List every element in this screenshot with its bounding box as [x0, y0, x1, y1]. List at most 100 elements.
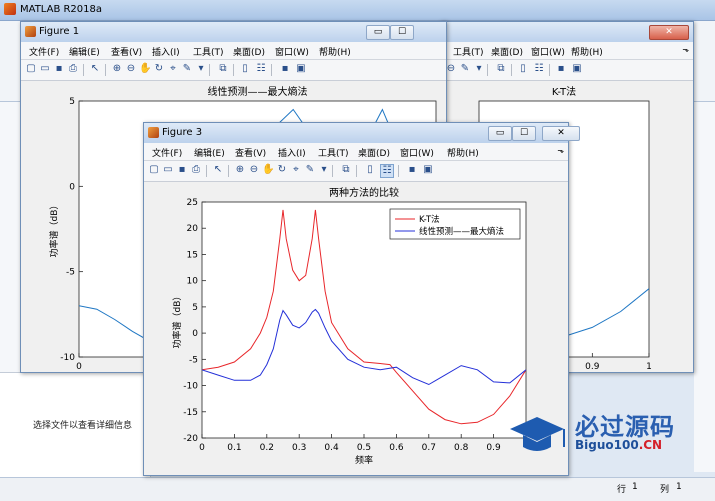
link-plot-icon[interactable]: ⧉ [217, 63, 229, 75]
brush-icon[interactable]: ✎ [181, 63, 193, 75]
close-button[interactable]: ✕ [649, 25, 689, 40]
x-tick-label: 0 [76, 362, 82, 372]
legend-icon[interactable]: ☷ [380, 164, 394, 178]
y-tick-label: 15 [187, 250, 198, 260]
link-plot-icon[interactable]: ⧉ [495, 63, 507, 75]
y-axis-label: 功率谱（dB） [171, 292, 183, 349]
x-tick-label: 0.7 [422, 443, 436, 453]
minimize-button[interactable]: ▭ [488, 126, 512, 141]
print-icon[interactable]: ⎙ [190, 164, 202, 176]
hide-tools-icon[interactable]: ▪ [406, 164, 418, 176]
minimize-button[interactable]: ▭ [366, 25, 390, 40]
y-tick-label: 25 [187, 198, 198, 208]
menu-file[interactable]: 文件(F) [29, 45, 59, 58]
figure-3-menubar: 文件(F) 编辑(E) 查看(V) 插入(I) 工具(T) 桌面(D) 窗口(W… [144, 143, 568, 161]
dock-arrow-icon[interactable]: ⬎ [557, 146, 564, 155]
hide-tools-icon[interactable]: ▪ [555, 63, 567, 75]
menu-help[interactable]: 帮助(H) [319, 45, 351, 58]
figure-2-titlebar[interactable]: ✕ [441, 22, 693, 43]
menu-view[interactable]: 查看(V) [111, 45, 142, 58]
dropdown-icon[interactable]: ▾ [318, 164, 330, 176]
hide-tools-icon[interactable]: ▪ [279, 63, 291, 75]
menu-insert[interactable]: 插入(I) [278, 146, 306, 159]
print-icon[interactable]: ⎙ [67, 63, 79, 75]
menu-desktop[interactable]: 桌面(D) [491, 45, 523, 58]
close-button[interactable]: ✕ [542, 126, 580, 141]
menu-tools[interactable]: 工具(T) [193, 45, 224, 58]
x-tick-label: 0 [199, 443, 205, 453]
figure-3-titlebar[interactable]: Figure 3 ▭ ☐ ✕ [144, 123, 580, 144]
save-icon[interactable]: ▪ [176, 164, 188, 176]
maximize-button[interactable]: ☐ [512, 126, 536, 141]
legend-label-1: K-T法 [419, 214, 440, 225]
brush-icon[interactable]: ✎ [459, 63, 471, 75]
x-tick-label: 0.8 [454, 443, 469, 453]
pan-icon[interactable]: ✋ [139, 63, 151, 75]
chart-title: K-T法 [552, 85, 576, 98]
x-axis-label: 频率 [355, 454, 373, 466]
menu-tools[interactable]: 工具(T) [453, 45, 484, 58]
show-tools-icon[interactable]: ▣ [571, 63, 583, 75]
menu-window[interactable]: 窗口(W) [400, 146, 434, 159]
dropdown-icon[interactable]: ▾ [473, 63, 485, 75]
save-icon[interactable]: ▪ [53, 63, 65, 75]
menu-insert[interactable]: 插入(I) [152, 45, 180, 58]
show-tools-icon[interactable]: ▣ [295, 63, 307, 75]
menu-edit[interactable]: 编辑(E) [194, 146, 225, 159]
brush-icon[interactable]: ✎ [304, 164, 316, 176]
x-tick-label: 0.9 [486, 443, 501, 453]
x-tick-label: 0.4 [324, 443, 339, 453]
y-tick-label: 20 [187, 224, 199, 234]
menu-help[interactable]: 帮助(H) [447, 146, 479, 159]
menu-file[interactable]: 文件(F) [152, 146, 182, 159]
watermark-url: Biguo100.CN [575, 438, 663, 452]
maximize-button[interactable]: ☐ [390, 25, 414, 40]
pan-icon[interactable]: ✋ [262, 164, 274, 176]
menu-help[interactable]: 帮助(H) [571, 45, 603, 58]
figure-3-title: Figure 3 [162, 127, 203, 138]
legend-icon[interactable]: ☷ [255, 63, 267, 75]
x-tick-label: 0.2 [260, 443, 274, 453]
open-file-icon[interactable]: ▭ [39, 63, 51, 75]
menu-view[interactable]: 查看(V) [235, 146, 266, 159]
status-row-label: 行 [617, 485, 627, 495]
dropdown-icon[interactable]: ▾ [195, 63, 207, 75]
rotate-icon[interactable]: ↻ [276, 164, 288, 176]
colorbar-icon[interactable]: ▯ [364, 164, 376, 176]
data-cursor-icon[interactable]: ⌖ [167, 63, 179, 75]
watermark-text: 必过源码 [575, 413, 675, 441]
legend-icon[interactable]: ☷ [533, 63, 545, 75]
pointer-icon[interactable]: ↖ [89, 63, 101, 75]
figure-1-titlebar[interactable]: Figure 1 ▭ ☐ [21, 22, 446, 43]
dock-arrow-icon[interactable]: ⬎ [682, 45, 689, 54]
menu-tools[interactable]: 工具(T) [318, 146, 349, 159]
link-plot-icon[interactable]: ⧉ [340, 164, 352, 176]
menu-desktop[interactable]: 桌面(D) [233, 45, 265, 58]
x-tick-label: 1 [646, 362, 652, 372]
colorbar-icon[interactable]: ▯ [517, 63, 529, 75]
show-tools-icon[interactable]: ▣ [422, 164, 434, 176]
zoom-in-icon[interactable]: ⊕ [234, 164, 246, 176]
pointer-icon[interactable]: ↖ [212, 164, 224, 176]
rotate-icon[interactable]: ↻ [153, 63, 165, 75]
details-hint: 选择文件以查看详细信息 [33, 421, 133, 431]
x-tick-label: 0.3 [292, 443, 306, 453]
x-tick-label: 0.1 [227, 443, 241, 453]
y-axis-label: 功率谱（dB） [48, 201, 60, 258]
new-figure-icon[interactable]: ▢ [148, 164, 160, 176]
zoom-in-icon[interactable]: ⊕ [111, 63, 123, 75]
zoom-out-icon[interactable]: ⊖ [248, 164, 260, 176]
matlab-logo-icon [4, 3, 16, 15]
menu-window[interactable]: 窗口(W) [531, 45, 565, 58]
matlab-figure-icon [148, 127, 159, 138]
menu-window[interactable]: 窗口(W) [275, 45, 309, 58]
zoom-out-icon[interactable]: ⊖ [125, 63, 137, 75]
new-figure-icon[interactable]: ▢ [25, 63, 37, 75]
data-cursor-icon[interactable]: ⌖ [290, 164, 302, 176]
menu-edit[interactable]: 编辑(E) [69, 45, 100, 58]
matlab-titlebar [0, 0, 715, 21]
menu-desktop[interactable]: 桌面(D) [358, 146, 390, 159]
y-tick-label: -15 [183, 408, 198, 418]
colorbar-icon[interactable]: ▯ [239, 63, 251, 75]
open-file-icon[interactable]: ▭ [162, 164, 174, 176]
